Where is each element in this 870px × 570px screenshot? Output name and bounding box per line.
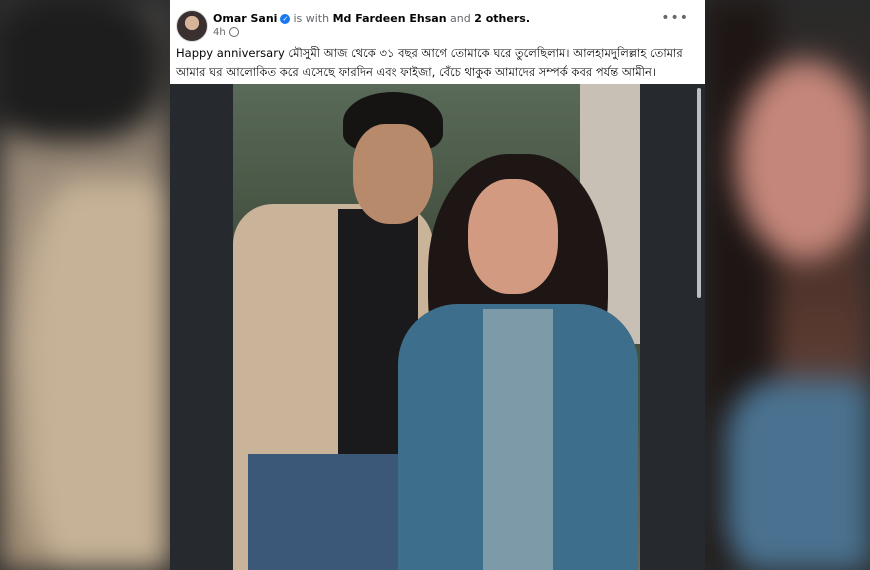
others-link[interactable]: 2 others. — [474, 12, 530, 25]
post-time[interactable]: 4h — [213, 27, 226, 38]
author-avatar[interactable] — [176, 10, 208, 42]
blurred-jacket-shape — [30, 180, 170, 570]
man-jeans — [248, 454, 418, 570]
post-text-line: আমার ঘর আলোকিত করে এসেছে ফারদিন এবং ফাইজ… — [176, 65, 656, 79]
blurred-face-shape — [735, 60, 870, 260]
man-face — [353, 124, 433, 224]
and-text: and — [450, 12, 471, 25]
woman-face — [468, 179, 558, 294]
post-photo[interactable] — [170, 84, 705, 570]
scrollbar[interactable] — [697, 88, 701, 298]
post-text-line: Happy anniversary মৌসুমী আজ থেকে ৩১ বছর … — [176, 46, 683, 60]
post-meta: 4h — [213, 27, 239, 38]
with-text: is with — [293, 12, 330, 25]
couple-photo — [233, 84, 640, 570]
woman-kurta — [483, 309, 553, 570]
verified-badge-icon: ✓ — [280, 14, 291, 24]
blurred-background-left — [0, 0, 170, 570]
globe-icon — [228, 27, 239, 37]
blurred-dress-shape — [725, 380, 870, 570]
author-name[interactable]: Omar Sani — [213, 12, 277, 25]
blurred-hair-shape — [0, 0, 160, 140]
post-text: Happy anniversary মৌসুমী আজ থেকে ৩১ বছর … — [176, 44, 696, 82]
post-author-line: Omar Sani ✓ is with Md Fardeen Ehsan and 2… — [213, 12, 530, 25]
more-horizontal-icon[interactable]: ••• — [661, 10, 689, 26]
blurred-background-right — [705, 0, 870, 570]
tagged-person-link[interactable]: Md Fardeen Ehsan — [333, 12, 447, 25]
facebook-post-card: Omar Sani ✓ is with Md Fardeen Ehsan and 2… — [170, 0, 705, 570]
post-header: Omar Sani ✓ is with Md Fardeen Ehsan and 2… — [170, 0, 705, 84]
